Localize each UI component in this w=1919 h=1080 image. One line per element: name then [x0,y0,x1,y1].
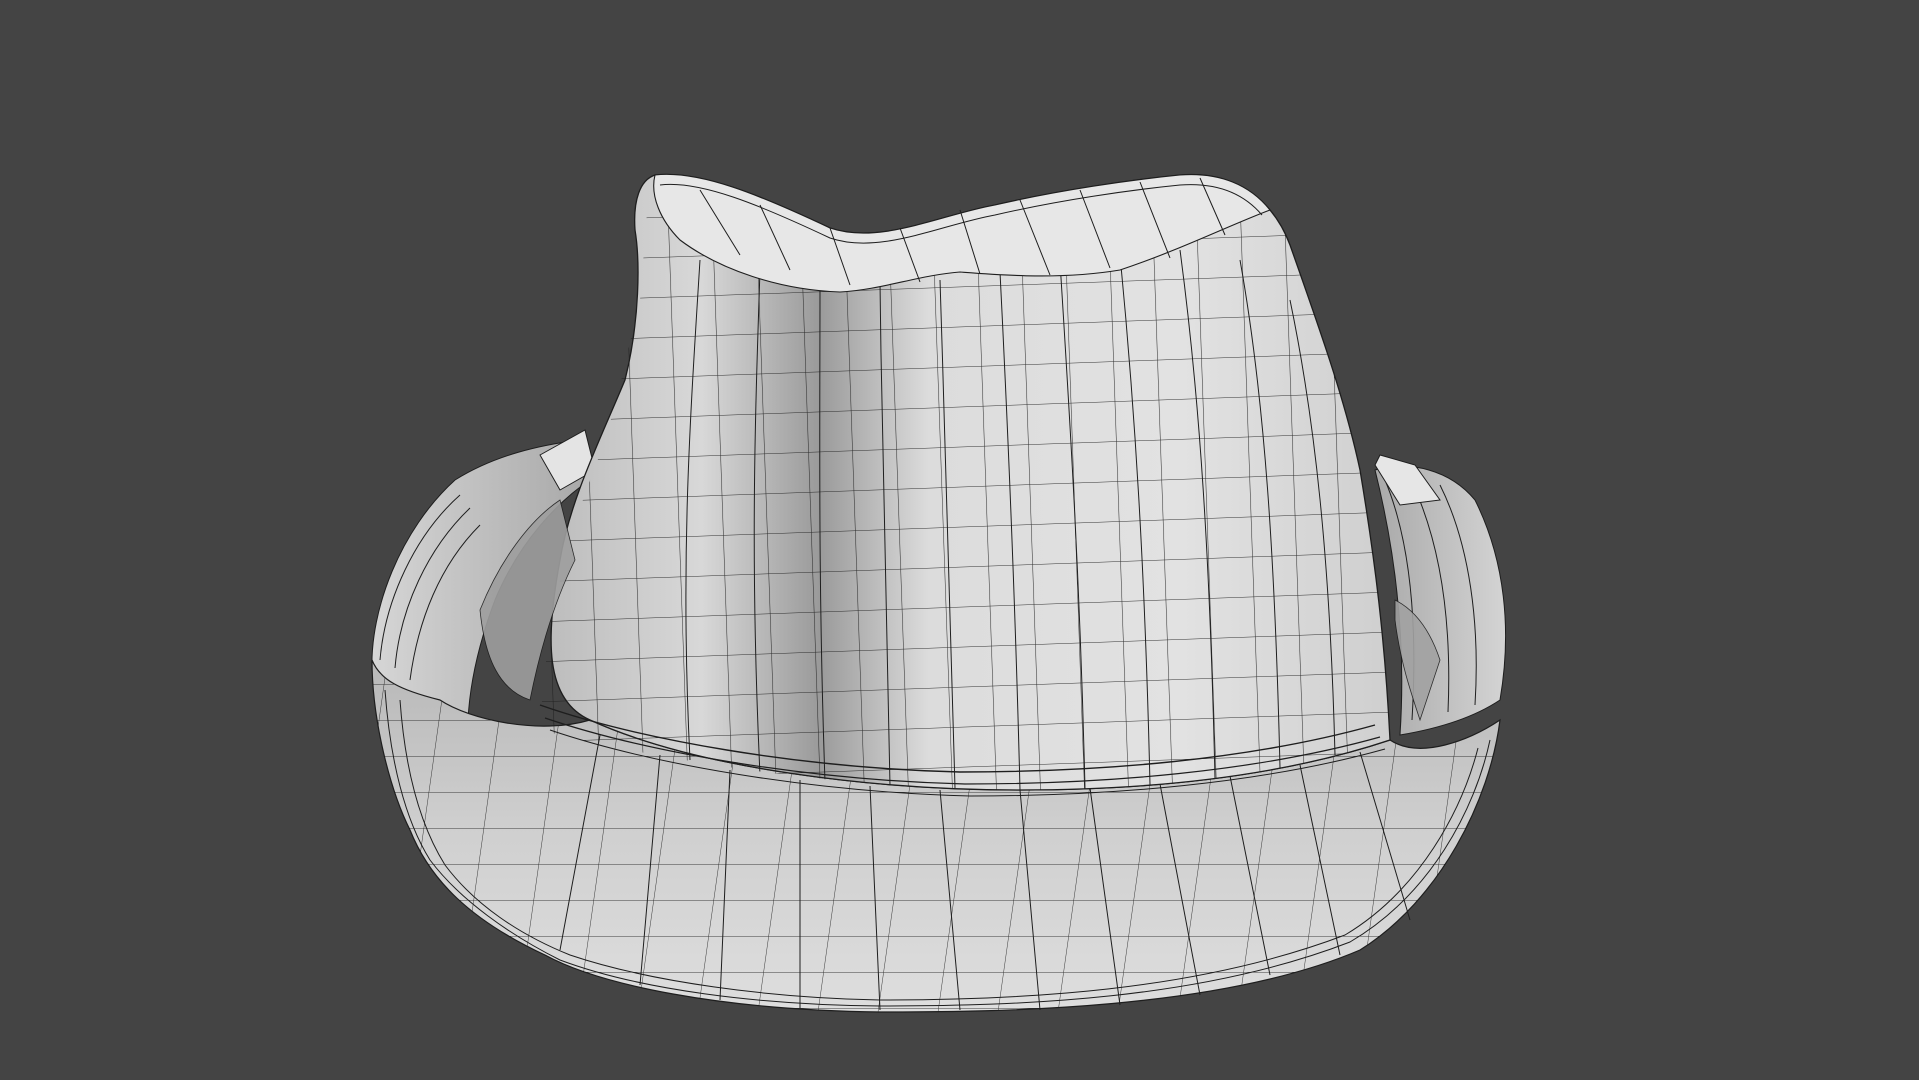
hat-brim-right-curl [1374,454,1507,736]
viewport-3d[interactable] [0,0,1919,1080]
hat-render [371,173,1507,1013]
hat-crown [539,173,1391,797]
